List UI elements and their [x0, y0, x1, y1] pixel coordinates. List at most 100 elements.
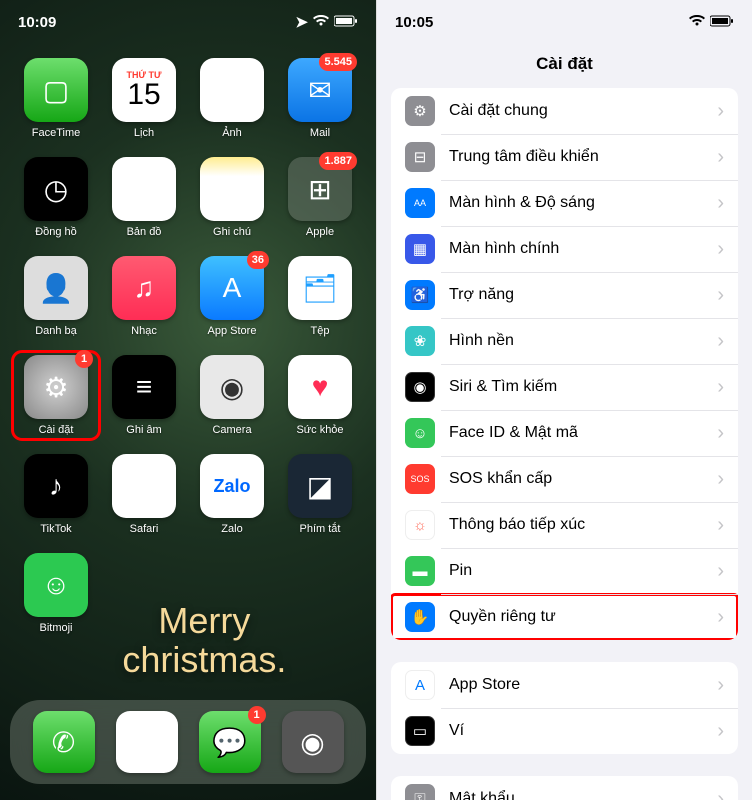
badge: 1 — [248, 706, 266, 724]
app-ảnh[interactable]: ✿ Ảnh — [192, 58, 272, 139]
battery-icon — [334, 14, 358, 31]
home-grid: ▢ FaceTime THỨ TƯ15Lịch✿ Ảnh ✉5.545Mail ◷Đồng… — [0, 58, 376, 634]
row-icon: SOS — [405, 464, 435, 494]
settings-row-m-n-h-nh-ch-nh[interactable]: ▦Màn hình chính› — [391, 226, 738, 272]
row-label: Màn hình chính — [449, 240, 717, 258]
folder-icon: ⊞1.887 — [288, 157, 352, 221]
settings-list[interactable]: ⚙Cài đặt chung›⊟Trung tâm điều khiển›AAM… — [377, 88, 752, 800]
app-label: Danh bạ — [35, 325, 77, 337]
app-label: TikTok — [40, 523, 71, 535]
safari-dock-icon[interactable]: ✶ — [116, 711, 178, 773]
chevron-right-icon: › — [717, 100, 724, 123]
app-app-store[interactable]: A36App Store — [192, 256, 272, 337]
row-label: Face ID & Mật mã — [449, 424, 717, 442]
chevron-right-icon: › — [717, 192, 724, 215]
chevron-right-icon: › — [717, 284, 724, 307]
app-phím-tắt[interactable]: ◪Phím tắt — [280, 454, 360, 535]
settings-row-siri-t-m-ki-m[interactable]: ◉Siri & Tìm kiếm› — [391, 364, 738, 410]
app-label: Nhạc — [131, 325, 157, 337]
app-label: Ảnh — [222, 127, 242, 139]
row-label: Hình nền — [449, 332, 717, 350]
zalo-icon: Zalo — [200, 454, 264, 518]
app-đồng-hồ[interactable]: ◷Đồng hồ — [16, 157, 96, 238]
app-mail[interactable]: ✉5.545Mail — [280, 58, 360, 139]
app-danh-bạ[interactable]: 👤Danh bạ — [16, 256, 96, 337]
wifi-icon — [689, 14, 705, 31]
app-apple[interactable]: ⊞1.887Apple — [280, 157, 360, 238]
settings-row-th-ng-b-o-ti-p-x-c[interactable]: ☼Thông báo tiếp xúc› — [391, 502, 738, 548]
app-bitmoji[interactable]: ☺Bitmoji — [16, 553, 96, 634]
status-bar: 10:05 — [377, 0, 752, 44]
chevron-right-icon: › — [717, 146, 724, 169]
app-label: Sức khỏe — [296, 424, 343, 436]
cam2-dock-icon[interactable]: ◉ — [282, 711, 344, 773]
chevron-right-icon: › — [717, 376, 724, 399]
settings-row-v-[interactable]: ▭Ví› — [391, 708, 738, 754]
app-ghi-âm[interactable]: ≡Ghi âm — [104, 355, 184, 436]
mail-icon: ✉5.545 — [288, 58, 352, 122]
row-label: Quyền riêng tư — [449, 608, 717, 626]
settings-row-c-i-t-chung[interactable]: ⚙Cài đặt chung› — [391, 88, 738, 134]
app-lịch[interactable]: THỨ TƯ15Lịch — [104, 58, 184, 139]
settings-row-pin[interactable]: ▬Pin› — [391, 548, 738, 594]
app-nhạc[interactable]: ♫Nhạc — [104, 256, 184, 337]
app-cài-đặt[interactable]: ⚙1Cài đặt — [16, 355, 96, 436]
row-icon: ⊟ — [405, 142, 435, 172]
maps-icon: ➤ — [112, 157, 176, 221]
badge: 1.887 — [319, 152, 357, 170]
chevron-right-icon: › — [717, 720, 724, 743]
settings-screen: 10:05 Cài đặt ⚙Cài đặt chung›⊟Trung tâm … — [376, 0, 752, 800]
row-label: Trợ năng — [449, 286, 717, 304]
settings-group: ⚿Mật khẩu› — [391, 776, 738, 800]
settings-row-m-t-kh-u[interactable]: ⚿Mật khẩu› — [391, 776, 738, 800]
status-time: 10:09 — [18, 14, 56, 31]
dock: ✆ ✶ 💬1 ◉ — [10, 700, 366, 784]
settings-row-tr-n-ng[interactable]: ♿Trợ năng› — [391, 272, 738, 318]
settings-group: ⚙Cài đặt chung›⊟Trung tâm điều khiển›AAM… — [391, 88, 738, 640]
app-camera[interactable]: ◉Camera — [192, 355, 272, 436]
settings-row-face-id-m-t-m-[interactable]: ☺Face ID & Mật mã› — [391, 410, 738, 456]
app-tệp[interactable]: 🗂Tệp — [280, 256, 360, 337]
phone-dock-icon[interactable]: ✆ — [33, 711, 95, 773]
app-label: Cài đặt — [39, 424, 74, 436]
row-label: Siri & Tìm kiếm — [449, 378, 717, 396]
chevron-right-icon: › — [717, 514, 724, 537]
app-label: Bitmoji — [39, 622, 72, 634]
settings-row-quy-n-ri-ng-t-[interactable]: ✋Quyền riêng tư› — [391, 594, 738, 640]
app-ghi-chú[interactable]: Ghi chú — [192, 157, 272, 238]
photos-icon: ✿ — [200, 58, 264, 122]
app-label: App Store — [208, 325, 257, 337]
tiktok-icon: ♪ — [24, 454, 88, 518]
chevron-right-icon: › — [717, 788, 724, 800]
status-icons — [689, 14, 734, 31]
row-icon: ⚙ — [405, 96, 435, 126]
app-label: Lịch — [134, 127, 154, 139]
settings-row-trung-t-m-i-u-khi-n[interactable]: ⊟Trung tâm điều khiển› — [391, 134, 738, 180]
row-icon: ▬ — [405, 556, 435, 586]
settings-row-sos-kh-n-c-p[interactable]: SOSSOS khẩn cấp› — [391, 456, 738, 502]
files-icon: 🗂 — [288, 256, 352, 320]
settings-row-app-store[interactable]: AApp Store› — [391, 662, 738, 708]
status-bar: 10:09 ➤ — [0, 0, 376, 44]
row-icon: A — [405, 670, 435, 700]
settings-row-m-n-h-nh-s-ng[interactable]: AAMàn hình & Độ sáng› — [391, 180, 738, 226]
facetime-icon: ▢ — [24, 58, 88, 122]
app-safari[interactable]: ✶Safari — [104, 454, 184, 535]
app-bản-đồ[interactable]: ➤Bản đồ — [104, 157, 184, 238]
app-label: FaceTime — [32, 127, 81, 139]
chevron-right-icon: › — [717, 606, 724, 629]
app-label: Safari — [130, 523, 159, 535]
status-time: 10:05 — [395, 14, 433, 31]
row-label: App Store — [449, 676, 717, 694]
app-sức-khỏe[interactable]: ♥Sức khỏe — [280, 355, 360, 436]
app-label: Ghi chú — [213, 226, 251, 238]
messages-dock-icon[interactable]: 💬1 — [199, 711, 261, 773]
settings-title: Cài đặt — [377, 44, 752, 88]
app-facetime[interactable]: ▢ FaceTime — [16, 58, 96, 139]
app-tiktok[interactable]: ♪ TikTok — [16, 454, 96, 535]
app-zalo[interactable]: ZaloZalo — [192, 454, 272, 535]
chevron-right-icon: › — [717, 468, 724, 491]
settings-row-h-nh-n-n[interactable]: ❀Hình nền› — [391, 318, 738, 364]
app-label: Camera — [212, 424, 251, 436]
row-icon: ☼ — [405, 510, 435, 540]
